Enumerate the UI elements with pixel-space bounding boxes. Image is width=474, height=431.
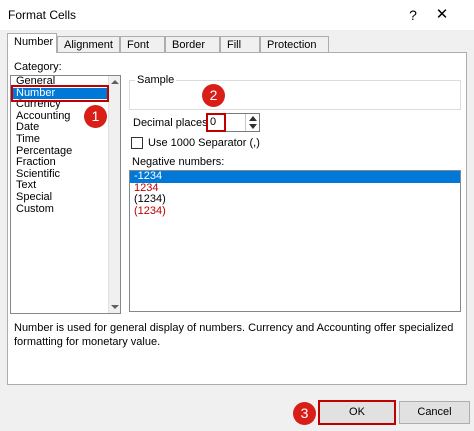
thousand-separator-label[interactable]: Use 1000 Separator (,)	[148, 137, 260, 149]
negative-format-item[interactable]: -1234	[130, 171, 460, 183]
tab-protection[interactable]: Protection	[260, 36, 329, 53]
category-item-special[interactable]: Special	[11, 191, 120, 204]
stepper-buttons[interactable]	[245, 114, 259, 131]
title-bar: Format Cells ? ✕	[0, 0, 474, 30]
tab-fill[interactable]: Fill	[220, 36, 260, 53]
negative-numbers-list[interactable]: -1234 1234 (1234) (1234)	[129, 170, 461, 312]
close-button[interactable]: ✕	[430, 4, 454, 26]
negative-format-item[interactable]: 1234	[130, 182, 460, 195]
sample-group	[129, 80, 461, 110]
tab-number[interactable]: Number	[7, 33, 57, 53]
callout-badge: 1	[84, 105, 107, 128]
category-item-time[interactable]: Time	[11, 133, 120, 146]
category-label: Category:	[14, 61, 62, 73]
ok-button[interactable]: OK	[318, 401, 396, 424]
category-description: Number is used for general display of nu…	[14, 322, 454, 348]
thousand-separator-checkbox[interactable]	[131, 137, 143, 149]
decimal-places-value[interactable]: 0	[210, 116, 216, 128]
negative-format-item[interactable]: (1234)	[130, 194, 460, 206]
stepper-up-icon[interactable]	[249, 116, 257, 121]
decimal-places-label: Decimal places:	[133, 117, 211, 129]
sample-label: Sample	[135, 74, 177, 86]
help-button[interactable]: ?	[403, 5, 423, 25]
stepper-down-icon[interactable]	[249, 124, 257, 129]
scroll-up-icon[interactable]	[111, 80, 119, 84]
tab-font[interactable]: Font	[120, 36, 165, 53]
scroll-down-icon[interactable]	[111, 305, 119, 309]
negative-format-item[interactable]: (1234)	[130, 205, 460, 218]
callout-badge: 3	[293, 402, 316, 425]
category-scrollbar[interactable]	[108, 76, 120, 313]
category-item-general[interactable]: General	[11, 76, 120, 88]
callout-badge: 2	[202, 84, 225, 107]
cancel-button[interactable]: Cancel	[399, 401, 470, 424]
negative-numbers-label: Negative numbers:	[132, 156, 225, 168]
decimal-places-stepper[interactable]: 0	[206, 113, 260, 132]
category-item-fraction[interactable]: Fraction	[11, 157, 120, 169]
tab-border[interactable]: Border	[165, 36, 220, 53]
window-title: Format Cells	[8, 8, 77, 22]
tab-alignment[interactable]: Alignment	[57, 36, 120, 53]
category-item-custom[interactable]: Custom	[11, 203, 120, 216]
